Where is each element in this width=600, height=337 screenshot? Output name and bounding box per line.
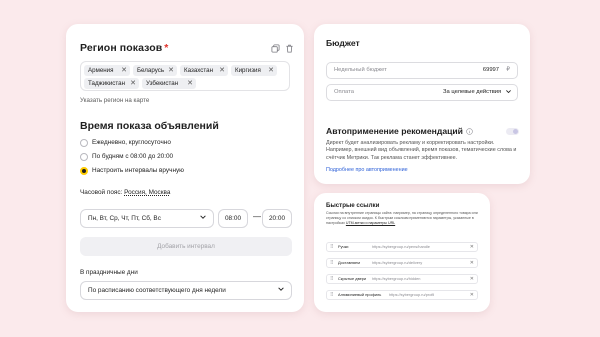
weekly-budget-amount: 69997: [482, 67, 499, 73]
quick-link-url: https://sybergroup.ru/delivery: [372, 260, 423, 265]
quick-link-url: https://sybergroup.ru/profil: [389, 292, 435, 297]
quick-link-name: Алюминиевый профиль: [338, 292, 382, 297]
auto-apply-more-link[interactable]: Подробнее про автоприменение: [326, 167, 408, 173]
budget-title: Бюджет: [326, 38, 360, 48]
region-tag-label: Узбекистан: [146, 80, 179, 87]
quick-link-row[interactable]: ⠿ Ручки https://sybergroup.ru/pens/handl…: [326, 242, 478, 252]
map-region-link[interactable]: Указать регион на карте: [80, 97, 149, 104]
trash-icon[interactable]: [285, 44, 294, 53]
quick-links-title: Быстрые ссылки: [326, 202, 380, 209]
time-to-input[interactable]: 20:00: [262, 209, 292, 228]
region-tag: Киргизия ✕: [231, 65, 277, 76]
region-tag: Узбекистан ✕: [142, 78, 196, 89]
region-tags-box[interactable]: Армения ✕ Беларусь ✕ Казахстан ✕ Киргизия ✕ …: [80, 61, 290, 91]
utm-settings-link[interactable]: UTM-метки и параметры URL: [346, 221, 395, 225]
chevron-down-icon: [506, 90, 511, 94]
schedule-title: Время показа объявлений: [80, 120, 219, 132]
timezone-label: Часовой пояс:: [80, 189, 123, 196]
payment-value: За целевые действия: [443, 89, 502, 95]
quick-link-row[interactable]: ⠿ Алюминиевый профиль https://sybergroup…: [326, 290, 478, 300]
close-icon[interactable]: ✕: [121, 65, 127, 76]
quick-links-card: Быстрые ссылки Ссылки на внутренние стра…: [314, 193, 490, 312]
auto-apply-description: Директ будет анализировать рекламу и кор…: [326, 140, 517, 161]
quick-link-row[interactable]: ⠿ Доставляем https://sybergroup.ru/deliv…: [326, 258, 478, 268]
quick-link-name: Доставляем: [338, 260, 360, 265]
time-separator: —: [253, 212, 261, 221]
region-tag: Казахстан ✕: [180, 65, 228, 76]
drag-handle-icon[interactable]: ⠿: [330, 243, 334, 251]
holiday-value: По расписанию соответствующего дня недел…: [88, 287, 226, 294]
payment-label: Оплата: [334, 89, 354, 95]
weekly-budget-input[interactable]: Недельный бюджет 69997 ₽: [326, 62, 518, 79]
radio-label: По будням с 08:00 до 20:00: [92, 153, 174, 160]
close-icon[interactable]: ✕: [470, 275, 474, 283]
quick-link-row[interactable]: ⠿ Скрытые двери https://sybergroup.ru/hi…: [326, 274, 478, 284]
radio-button[interactable]: [80, 153, 88, 161]
region-title: Регион показов *: [80, 42, 168, 54]
time-from-input[interactable]: 08:00: [218, 209, 248, 228]
radio-button-checked[interactable]: [80, 167, 88, 175]
close-icon[interactable]: ✕: [168, 65, 174, 76]
quick-link-name: Скрытые двери: [338, 276, 367, 281]
timezone-row: Часовой пояс: Россия, Москва: [80, 189, 170, 196]
radio-label: Ежедневно, круглосуточно: [92, 139, 171, 146]
radio-label: Настроить интервалы вручную: [92, 167, 184, 174]
drag-handle-icon[interactable]: ⠿: [330, 291, 334, 299]
quick-link-url: https://sybergroup.ru/hidden: [372, 276, 421, 281]
region-tag-label: Таджикистан: [88, 80, 126, 87]
copy-icon[interactable]: [271, 44, 280, 53]
currency-sign: ₽: [506, 67, 510, 73]
targeting-card: Регион показов * Армения ✕ Беларусь ✕ Казах…: [66, 24, 304, 312]
holiday-label: В праздничные дни: [80, 269, 138, 276]
required-mark: *: [164, 42, 169, 54]
budget-card: Бюджет Недельный бюджет 69997 ₽ Оплата З…: [314, 24, 530, 184]
region-tag: Армения ✕: [84, 65, 130, 76]
chevron-down-icon: [278, 287, 284, 291]
add-interval-button[interactable]: Добавить интервал: [80, 237, 292, 256]
region-tag-label: Казахстан: [184, 67, 213, 74]
region-title-text: Регион показов: [80, 42, 163, 54]
payment-select[interactable]: Оплата За целевые действия: [326, 84, 518, 101]
region-tag-label: Армения: [88, 67, 114, 74]
info-icon[interactable]: [466, 128, 473, 135]
weekly-budget-label: Недельный бюджет: [334, 67, 387, 73]
quick-links-description: Ссылки на внутренние страницы сайта: нап…: [326, 211, 482, 226]
days-select[interactable]: Пн, Вт, Ср, Чт, Пт, Сб, Вс: [80, 209, 214, 228]
drag-handle-icon[interactable]: ⠿: [330, 259, 334, 267]
close-icon[interactable]: ✕: [470, 291, 474, 299]
timezone-value[interactable]: Россия, Москва: [124, 189, 170, 196]
days-value: Пн, Вт, Ср, Чт, Пт, Сб, Вс: [88, 215, 161, 222]
holiday-select[interactable]: По расписанию соответствующего дня недел…: [80, 281, 292, 300]
quick-link-name: Ручки: [338, 244, 349, 249]
drag-handle-icon[interactable]: ⠿: [330, 275, 334, 283]
close-icon[interactable]: ✕: [187, 78, 193, 89]
region-tag-label: Киргизия: [235, 67, 261, 74]
close-icon[interactable]: ✕: [268, 65, 274, 76]
auto-apply-toggle[interactable]: [506, 128, 519, 135]
auto-apply-title: Автоприменение рекомендаций: [326, 126, 463, 136]
close-icon[interactable]: ✕: [130, 78, 136, 89]
region-tag: Беларусь ✕: [133, 65, 177, 76]
region-tag: Таджикистан ✕: [84, 78, 139, 89]
quick-link-url: https://sybergroup.ru/pens/handle: [372, 244, 430, 249]
chevron-down-icon: [200, 215, 206, 219]
close-icon[interactable]: ✕: [470, 243, 474, 251]
close-icon[interactable]: ✕: [219, 65, 225, 76]
region-tag-label: Беларусь: [137, 67, 165, 74]
radio-button[interactable]: [80, 139, 88, 147]
close-icon[interactable]: ✕: [470, 259, 474, 267]
